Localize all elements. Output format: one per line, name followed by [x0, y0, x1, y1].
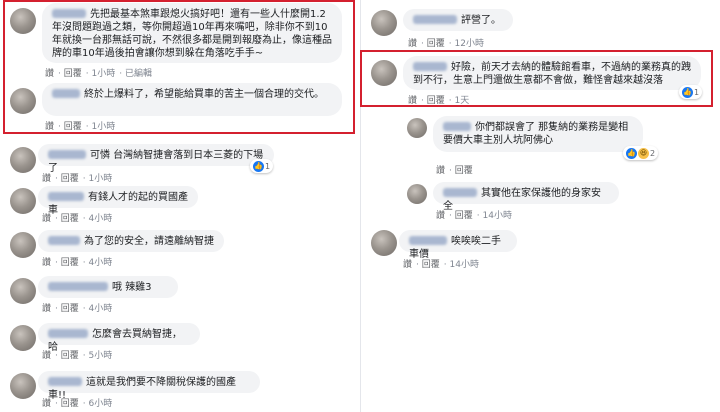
- comment-actions: 讚 · 回覆 · 14小時: [403, 260, 479, 270]
- reply-button[interactable]: 回覆: [455, 166, 473, 176]
- reply-button[interactable]: 回覆: [61, 399, 79, 409]
- comment-time[interactable]: 14小時: [483, 211, 512, 221]
- comment-actions: 讚 · 回覆 · 6小時: [42, 399, 113, 409]
- commenter-name[interactable]: [48, 282, 108, 291]
- comment-actions: 讚 · 回覆 · 1小時: [42, 174, 113, 184]
- commenter-name[interactable]: [413, 15, 457, 24]
- comment-time[interactable]: 6小時: [89, 399, 113, 409]
- like-button[interactable]: 讚: [42, 351, 51, 361]
- like-button[interactable]: 讚: [42, 304, 51, 314]
- like-button[interactable]: 讚: [403, 260, 412, 270]
- commenter-avatar[interactable]: [371, 230, 397, 256]
- like-button[interactable]: 讚: [436, 166, 445, 176]
- reaction-count[interactable]: 👍 😆 2: [623, 146, 659, 160]
- comment-bubble: 為了您的安全，請遠離納智捷: [38, 230, 224, 252]
- reply-button[interactable]: 回覆: [61, 214, 79, 224]
- highlight-box: [3, 0, 355, 134]
- reply-button[interactable]: 回覆: [427, 39, 445, 49]
- comment-bubble: 這就是我們要不降關稅保護的國產車!!: [38, 371, 260, 401]
- reply-button[interactable]: 回覆: [61, 258, 79, 268]
- reaction-count[interactable]: 👍 1: [250, 159, 274, 173]
- comment-text: 哦 辣雞3: [112, 282, 152, 293]
- commenter-avatar[interactable]: [10, 325, 36, 351]
- reply-button[interactable]: 回覆: [61, 351, 79, 361]
- commenter-avatar[interactable]: [10, 373, 36, 399]
- comment-bubble: 其實他在家保護他的身家安全: [433, 182, 619, 212]
- commenter-name[interactable]: [48, 377, 82, 386]
- commenter-avatar[interactable]: [407, 184, 427, 204]
- like-button[interactable]: 讚: [436, 211, 445, 221]
- comment-bubble: 評營了。: [403, 9, 513, 31]
- haha-reaction-icon: 😆: [638, 147, 649, 159]
- commenter-name[interactable]: [48, 329, 88, 338]
- commenter-avatar[interactable]: [10, 147, 36, 173]
- like-reaction-icon: 👍: [626, 147, 637, 159]
- like-button[interactable]: 讚: [42, 258, 51, 268]
- comment-text: 為了您的安全，請遠離納智捷: [84, 236, 214, 247]
- like-reaction-icon: 👍: [253, 160, 264, 172]
- comment-time[interactable]: 1小時: [89, 174, 113, 184]
- reply-button[interactable]: 回覆: [455, 211, 473, 221]
- comment-text: 評營了。: [461, 15, 501, 26]
- commenter-name[interactable]: [48, 236, 80, 245]
- commenter-avatar[interactable]: [10, 188, 36, 214]
- comment-time[interactable]: 4小時: [89, 214, 113, 224]
- like-button[interactable]: 讚: [42, 214, 51, 224]
- commenter-name[interactable]: [48, 192, 84, 201]
- comment-time[interactable]: 4小時: [89, 258, 113, 268]
- reply-button[interactable]: 回覆: [61, 174, 79, 184]
- comment-bubble: 唉唉唉二手車價: [399, 230, 517, 260]
- reply-button[interactable]: 回覆: [422, 260, 440, 270]
- comment-bubble: 可憐 台灣納智捷會落到日本三菱的下場了: [38, 144, 274, 174]
- comment-actions: 讚 · 回覆 · 14小時: [436, 211, 512, 221]
- comment-actions: 讚 · 回覆 · 5小時: [42, 351, 113, 361]
- like-button[interactable]: 讚: [42, 174, 51, 184]
- comment-actions: 讚 · 回覆 · 4小時: [42, 214, 113, 224]
- comment-actions: 讚 · 回覆 · 12小時: [408, 39, 484, 49]
- reply-button[interactable]: 回覆: [61, 304, 79, 314]
- commenter-avatar[interactable]: [10, 278, 36, 304]
- comment-bubble: 有錢人才的起的買國產車: [38, 186, 198, 216]
- comment-actions: 讚 · 回覆 · 4小時: [42, 304, 113, 314]
- comment-time[interactable]: 12小時: [455, 39, 484, 49]
- comment-time[interactable]: 4小時: [89, 304, 113, 314]
- comment-bubble: 怎麼會去買納智捷，哈: [38, 323, 200, 353]
- like-button[interactable]: 讚: [42, 399, 51, 409]
- commenter-avatar[interactable]: [10, 232, 36, 258]
- comment-time[interactable]: 14小時: [450, 260, 479, 270]
- commenter-name[interactable]: [443, 188, 477, 197]
- highlight-box: [360, 50, 713, 107]
- like-button[interactable]: 讚: [408, 39, 417, 49]
- commenter-name[interactable]: [443, 122, 471, 131]
- left-comments-column: 先把最基本煞車跟熄火搞好吧！還有一些人什麼開1.2年沒問題跑過之類，等你開超過1…: [0, 0, 360, 412]
- commenter-name[interactable]: [409, 236, 447, 245]
- right-comments-column: 評營了。 讚 · 回覆 · 12小時 好險，前天才去納的體驗館看車，不過納的業務真的…: [360, 0, 720, 412]
- comment-actions: 讚 · 回覆 · 4小時: [42, 258, 113, 268]
- comment-bubble: 你們都誤會了 那隻納的業務是變相要價大車主別人坑阿佛心: [433, 116, 643, 152]
- commenter-avatar[interactable]: [407, 118, 427, 138]
- commenter-name[interactable]: [48, 150, 86, 159]
- comment-time[interactable]: 5小時: [89, 351, 113, 361]
- comment-actions: 讚 · 回覆: [436, 166, 473, 176]
- comment-bubble: 哦 辣雞3: [38, 276, 178, 298]
- commenter-avatar[interactable]: [371, 10, 397, 36]
